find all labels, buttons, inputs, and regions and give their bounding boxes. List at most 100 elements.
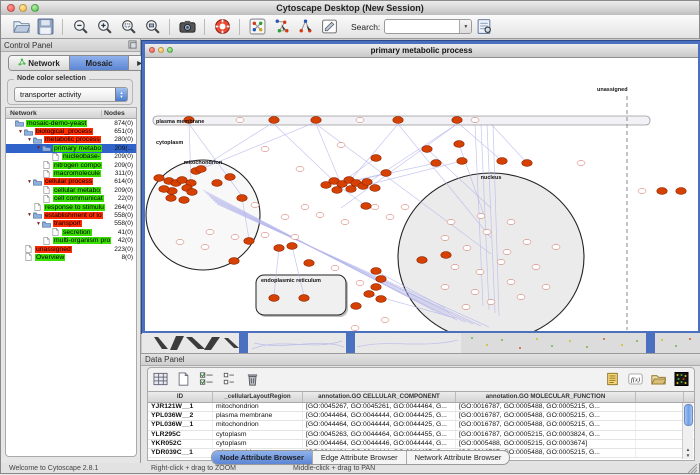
- network-node[interactable]: [179, 197, 189, 204]
- network-node-minor[interactable]: [176, 240, 184, 245]
- tree-row[interactable]: macromolecule311(0): [6, 169, 136, 177]
- network-node[interactable]: [417, 257, 427, 264]
- network-node-minor[interactable]: [331, 266, 339, 271]
- save-icon[interactable]: [36, 18, 54, 36]
- network-node-minor[interactable]: [441, 285, 449, 290]
- network-node[interactable]: [522, 160, 532, 167]
- network-node-minor[interactable]: [337, 143, 345, 148]
- network-node[interactable]: [244, 238, 254, 245]
- network-node[interactable]: [497, 158, 507, 165]
- network-node[interactable]: [212, 180, 222, 187]
- search-dropdown-arrow[interactable]: ▼: [459, 20, 471, 33]
- network-node[interactable]: [287, 243, 297, 250]
- scrollbar-thumb[interactable]: [684, 404, 693, 426]
- network-node-minor[interactable]: [206, 230, 214, 235]
- tab-mosaic[interactable]: Mosaic: [69, 56, 128, 70]
- network-node[interactable]: [269, 295, 279, 302]
- network-node-minor[interactable]: [483, 230, 491, 235]
- close-button[interactable]: [7, 4, 15, 12]
- network-node[interactable]: [376, 276, 386, 283]
- tree-expander-icon[interactable]: ▼: [26, 212, 33, 218]
- tree-row[interactable]: nucleobase-209(0): [6, 153, 136, 161]
- network-node-minor[interactable]: [356, 281, 364, 286]
- network-node-minor[interactable]: [503, 250, 511, 255]
- network-node-minor[interactable]: [316, 213, 324, 218]
- tree-row[interactable]: secretion41(0): [6, 228, 136, 236]
- network-node[interactable]: [454, 141, 464, 148]
- network-node-minor[interactable]: [487, 300, 495, 305]
- network-node-minor[interactable]: [201, 245, 209, 250]
- network-node-minor[interactable]: [301, 205, 309, 210]
- table-mode-icon[interactable]: [152, 371, 169, 387]
- network-node-minor[interactable]: [532, 265, 540, 270]
- network-node-minor[interactable]: [351, 326, 359, 331]
- network-node-minor[interactable]: [261, 233, 269, 238]
- network-node-minor[interactable]: [477, 214, 485, 219]
- network-node-minor[interactable]: [463, 246, 471, 251]
- network-node-minor[interactable]: [507, 220, 515, 225]
- network-node-minor[interactable]: [236, 118, 244, 123]
- delete-attribute-icon[interactable]: [244, 371, 261, 387]
- network-node-minor[interactable]: [462, 305, 470, 310]
- network-node-minor[interactable]: [447, 220, 455, 225]
- tree-row[interactable]: ▼biological_process651(0): [6, 127, 136, 135]
- select-attributes-icon[interactable]: [198, 371, 215, 387]
- tree-header-network[interactable]: Network: [6, 110, 101, 117]
- tree-row[interactable]: cell communicat22(0): [6, 195, 136, 203]
- network-node[interactable]: [346, 186, 356, 193]
- function-builder-icon[interactable]: f(x): [627, 371, 644, 387]
- tree-expander-icon[interactable]: ▼: [35, 221, 42, 227]
- scrollbar-arrows[interactable]: ▲▼: [683, 447, 693, 459]
- network-node-minor[interactable]: [381, 318, 389, 323]
- network-node-minor[interactable]: [401, 205, 409, 210]
- new-attribute-icon[interactable]: [175, 371, 192, 387]
- tree-row[interactable]: ▼transport558(0): [6, 220, 136, 228]
- tree-row[interactable]: ▼metabolic process280(0): [6, 136, 136, 144]
- network-node[interactable]: [422, 146, 432, 153]
- table-row[interactable]: YPL036W__1mitochondrion[GO:0044464, GO:0…: [148, 421, 694, 430]
- tree-row[interactable]: response to stimulu264(0): [6, 203, 136, 211]
- network-node-minor[interactable]: [291, 235, 299, 240]
- net-zoom-button[interactable]: [167, 47, 173, 53]
- tree-row[interactable]: cellular metabo209(0): [6, 186, 136, 194]
- tree-row[interactable]: Overview8(0): [6, 253, 136, 261]
- network-node[interactable]: [299, 295, 309, 302]
- network-node-minor[interactable]: [476, 270, 484, 275]
- network-node[interactable]: [225, 174, 235, 181]
- tree-expander-icon[interactable]: ▼: [35, 145, 42, 151]
- network-node[interactable]: [362, 179, 372, 186]
- network-node-minor[interactable]: [552, 245, 560, 250]
- network-node-minor[interactable]: [517, 295, 525, 300]
- resize-grip[interactable]: [688, 464, 697, 473]
- tree-header-nodes[interactable]: Nodes: [101, 110, 136, 117]
- tree-expander-icon[interactable]: ▼: [17, 129, 24, 135]
- search-input[interactable]: [385, 21, 459, 32]
- network-node-minor[interactable]: [577, 161, 585, 166]
- zoom-fit-icon[interactable]: [143, 18, 161, 36]
- panel-float-icon[interactable]: [128, 40, 137, 51]
- tree-expander-icon[interactable]: ▼: [26, 137, 33, 143]
- tree-row[interactable]: nitrogen compo209(0): [6, 161, 136, 169]
- search-field[interactable]: ▼: [384, 19, 472, 34]
- network-node[interactable]: [159, 186, 169, 193]
- open-icon[interactable]: [12, 18, 30, 36]
- network-node[interactable]: [274, 245, 284, 252]
- network-node[interactable]: [441, 252, 451, 259]
- network-node-minor[interactable]: [261, 147, 269, 152]
- network-node[interactable]: [371, 284, 381, 291]
- layout-organic-icon[interactable]: [272, 18, 290, 36]
- network-node-minor[interactable]: [497, 260, 505, 265]
- network-node[interactable]: [196, 166, 206, 173]
- unselect-attributes-icon[interactable]: [221, 371, 238, 387]
- annotation-icon[interactable]: [320, 18, 338, 36]
- network-node[interactable]: [166, 195, 176, 202]
- network-node-minor[interactable]: [251, 203, 259, 208]
- network-node[interactable]: [452, 117, 462, 124]
- network-node[interactable]: [311, 117, 321, 124]
- tree-row[interactable]: mosaic-demo-yeast874(0): [6, 119, 136, 127]
- network-node[interactable]: [187, 189, 197, 196]
- network-node-minor[interactable]: [638, 189, 646, 194]
- network-node-minor[interactable]: [507, 280, 515, 285]
- network-node-minor[interactable]: [471, 118, 479, 123]
- node-color-dropdown[interactable]: transporter activity ▲▼: [14, 87, 128, 102]
